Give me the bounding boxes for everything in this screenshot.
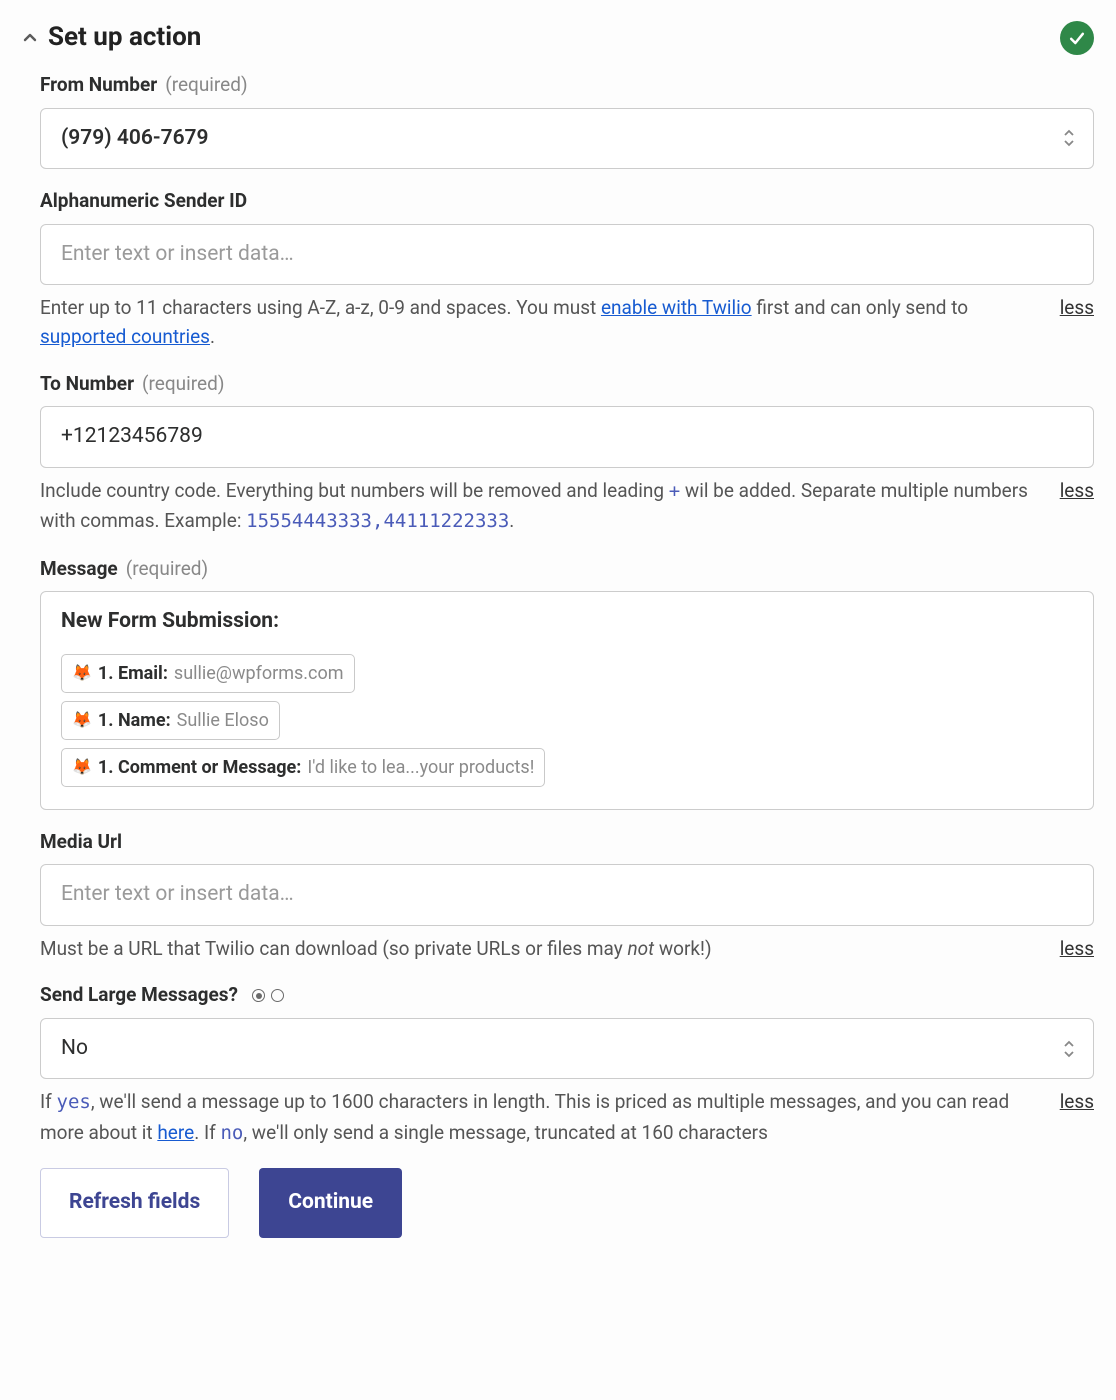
less-toggle[interactable]: less	[1060, 935, 1094, 964]
label-text: From Number	[40, 71, 157, 100]
continue-button[interactable]: Continue	[259, 1168, 402, 1238]
message-input[interactable]: New Form Submission: 🦊 1. Email: sullie@…	[40, 591, 1094, 810]
sender-id-input[interactable]: Enter text or insert data…	[40, 224, 1094, 286]
less-toggle[interactable]: less	[1060, 477, 1094, 506]
to-number-label: To Number (required)	[40, 370, 1094, 399]
to-number-input[interactable]: +12123456789	[40, 406, 1094, 468]
required-tag: (required)	[142, 370, 224, 399]
stepper-icon	[1063, 129, 1075, 147]
to-number-value: +12123456789	[61, 424, 203, 448]
section-header-left[interactable]: Set up action	[22, 18, 201, 57]
sender-id-label: Alphanumeric Sender ID	[40, 187, 1094, 216]
large-messages-help: If yes, we'll send a message up to 1600 …	[40, 1087, 1040, 1148]
data-chip[interactable]: 🦊 1. Name: Sullie Eloso	[61, 701, 280, 740]
radio-unselected-icon	[271, 989, 284, 1002]
media-url-help-row: Must be a URL that Twilio can download (…	[40, 934, 1094, 964]
supported-countries-link[interactable]: supported countries	[40, 325, 210, 348]
from-number-label: From Number (required)	[40, 71, 1094, 100]
from-number-value: (979) 406-7679	[61, 126, 209, 150]
required-tag: (required)	[165, 71, 247, 100]
radio-selected-icon	[252, 989, 265, 1002]
field-from-number: From Number (required) (979) 406-7679	[40, 71, 1094, 169]
field-message: Message (required) New Form Submission: …	[40, 555, 1094, 810]
label-text: Message	[40, 555, 118, 584]
help-text-part: Must be a URL that Twilio can download (…	[40, 937, 627, 960]
message-label: Message (required)	[40, 555, 1094, 584]
label-text: Media Url	[40, 828, 122, 857]
chevron-up-icon	[22, 30, 38, 46]
help-italic: not	[627, 937, 654, 960]
chip-value: sullie@wpforms.com	[174, 660, 344, 687]
refresh-fields-button[interactable]: Refresh fields	[40, 1168, 229, 1238]
field-to-number: To Number (required) +12123456789 Includ…	[40, 370, 1094, 537]
media-url-input[interactable]: Enter text or insert data…	[40, 864, 1094, 926]
media-url-help: Must be a URL that Twilio can download (…	[40, 934, 1040, 963]
app-icon: 🦊	[72, 661, 92, 685]
help-text-part: work!)	[654, 937, 711, 960]
enable-twilio-link[interactable]: enable with Twilio	[601, 296, 752, 319]
message-heading: New Form Submission:	[61, 606, 1073, 638]
chip-label: 1. Email:	[98, 660, 168, 687]
help-text-part: first and can only send to	[752, 296, 968, 319]
placeholder-text: Enter text or insert data…	[61, 242, 294, 266]
step-complete-icon	[1060, 21, 1094, 55]
label-text: Alphanumeric Sender ID	[40, 187, 247, 216]
chip-label: 1. Comment or Message:	[98, 754, 301, 781]
chip-value: I'd like to lea...your products!	[307, 754, 534, 781]
here-link[interactable]: here	[157, 1121, 194, 1144]
section-title: Set up action	[48, 18, 201, 57]
help-text-part: .	[509, 509, 514, 532]
field-sender-id: Alphanumeric Sender ID Enter text or ins…	[40, 187, 1094, 352]
sender-id-help: Enter up to 11 characters using A-Z, a-z…	[40, 293, 1040, 352]
help-text-part: Include country code. Everything but num…	[40, 479, 669, 502]
label-text: Send Large Messages?	[40, 981, 238, 1010]
data-chip[interactable]: 🦊 1. Email: sullie@wpforms.com	[61, 654, 355, 693]
to-number-help: Include country code. Everything but num…	[40, 476, 1040, 537]
help-text-part: If	[40, 1090, 57, 1113]
less-toggle[interactable]: less	[1060, 294, 1094, 323]
help-text-part: .	[210, 325, 215, 348]
large-messages-help-row: If yes, we'll send a message up to 1600 …	[40, 1087, 1094, 1148]
media-url-label: Media Url	[40, 828, 1094, 857]
field-large-messages: Send Large Messages? No If yes, we'll se…	[40, 981, 1094, 1148]
example-numbers: 15554443333,44111222333	[246, 510, 509, 532]
data-chip[interactable]: 🦊 1. Comment or Message: I'd like to lea…	[61, 748, 545, 787]
no-literal: no	[220, 1122, 243, 1144]
help-text-part: . If	[194, 1121, 220, 1144]
help-text-part: Enter up to 11 characters using A-Z, a-z…	[40, 296, 601, 319]
button-row: Refresh fields Continue	[40, 1168, 1094, 1238]
stepper-icon	[1063, 1040, 1075, 1058]
field-media-url: Media Url Enter text or insert data… Mus…	[40, 828, 1094, 964]
label-text: To Number	[40, 370, 134, 399]
large-messages-value: No	[61, 1036, 88, 1060]
sender-id-help-row: Enter up to 11 characters using A-Z, a-z…	[40, 293, 1094, 352]
yes-literal: yes	[57, 1091, 91, 1113]
large-messages-label: Send Large Messages?	[40, 981, 1094, 1010]
boolean-radio-icon	[252, 989, 284, 1002]
from-number-select[interactable]: (979) 406-7679	[40, 108, 1094, 170]
plus-symbol: +	[669, 480, 680, 502]
large-messages-select[interactable]: No	[40, 1018, 1094, 1080]
section-header: Set up action	[22, 18, 1094, 57]
app-icon: 🦊	[72, 755, 92, 779]
app-icon: 🦊	[72, 708, 92, 732]
required-tag: (required)	[126, 555, 208, 584]
chip-value: Sullie Eloso	[177, 707, 269, 734]
help-text-part: , we'll only send a single message, trun…	[243, 1121, 768, 1144]
chip-label: 1. Name:	[98, 707, 171, 734]
to-number-help-row: Include country code. Everything but num…	[40, 476, 1094, 537]
placeholder-text: Enter text or insert data…	[61, 882, 294, 906]
less-toggle[interactable]: less	[1060, 1088, 1094, 1117]
